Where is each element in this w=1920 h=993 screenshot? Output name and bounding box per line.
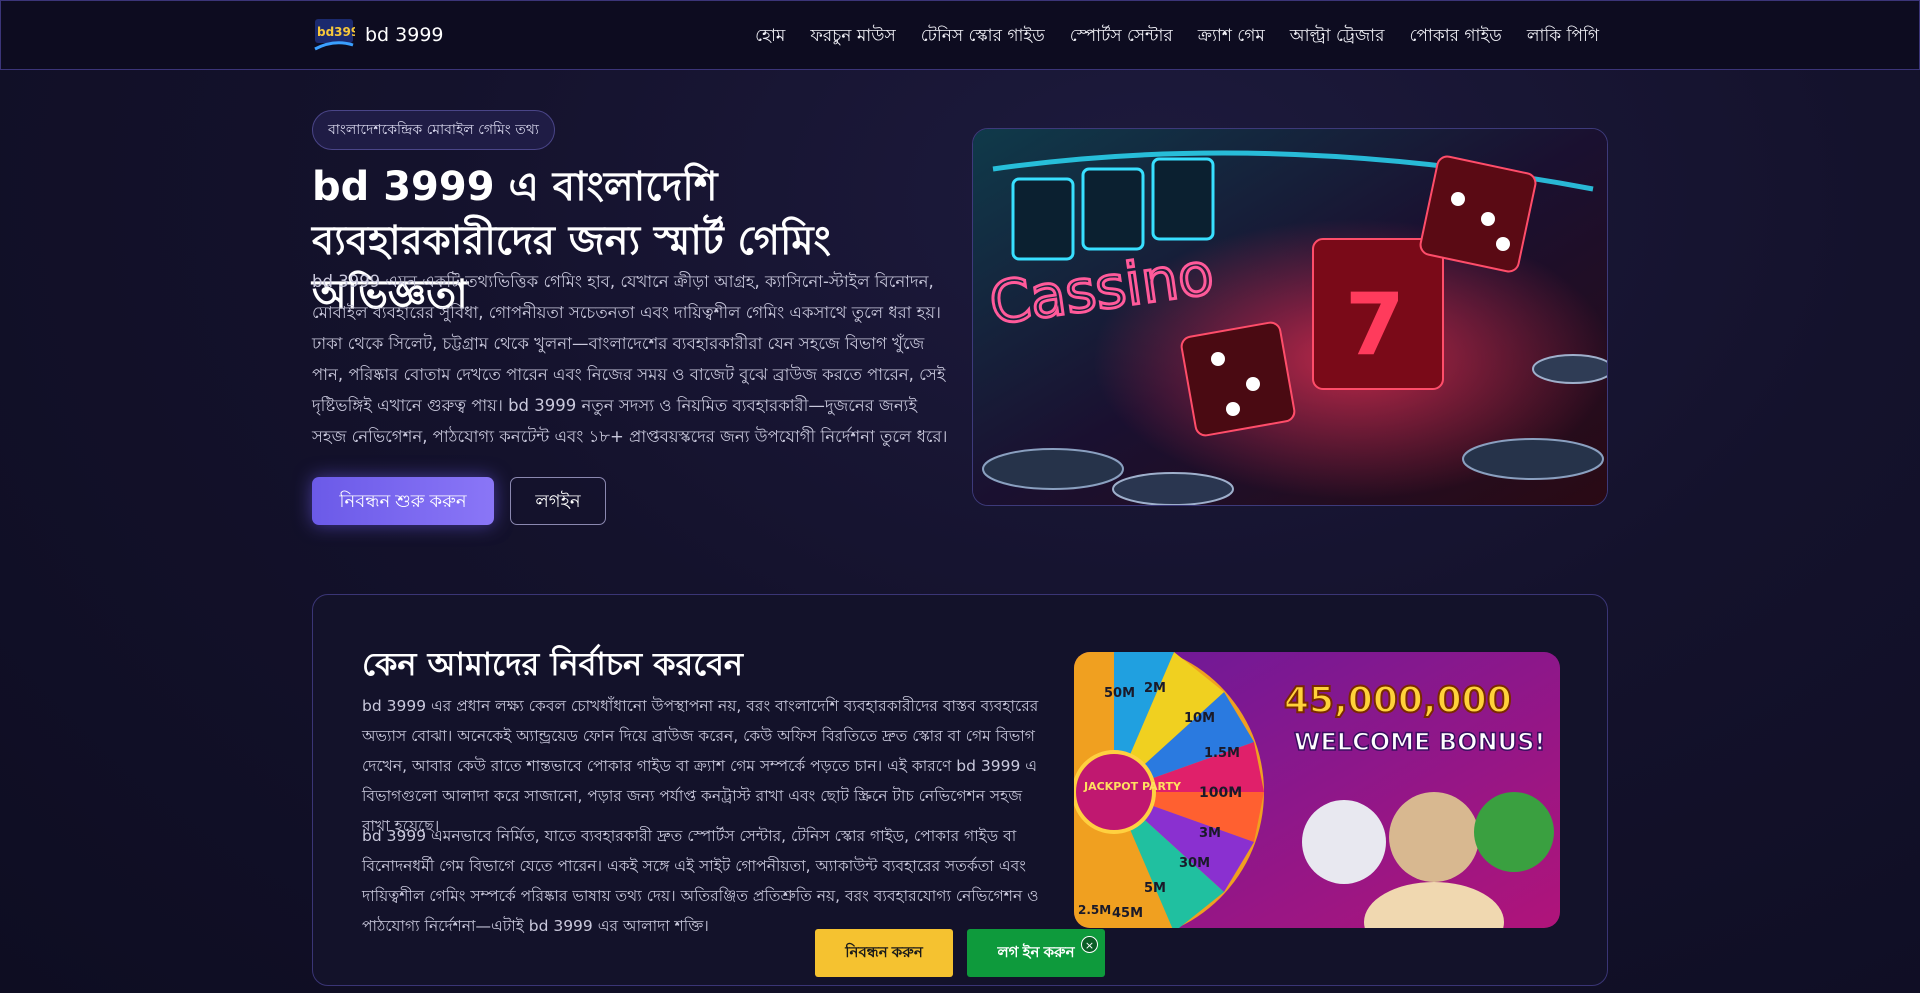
nav-fortune-mouse[interactable]: ফরচুন মাউস xyxy=(810,23,895,51)
svg-text:JACKPOT PARTY: JACKPOT PARTY xyxy=(1083,780,1182,793)
login-button[interactable]: লগইন xyxy=(510,477,606,525)
hero-badge: বাংলাদেশকেন্দ্রিক মোবাইল গেমিং তথ্য xyxy=(312,110,555,150)
brand-logo-icon: bd3999 xyxy=(314,19,355,51)
nav-ultra-treasure[interactable]: আল্ট্রা ট্রেজার xyxy=(1290,23,1385,51)
svg-text:1.5M: 1.5M xyxy=(1204,746,1240,761)
section-paragraph-1: bd 3999 এর প্রধান লক্ষ্য কেবল চোখধাঁধানো… xyxy=(362,697,1039,835)
main-nav: হোম ফরচুন মাউস টেনিস স্কোর গাইড স্পোর্টস… xyxy=(755,23,1599,51)
jackpot-bonus-image: JACKPOT PARTY 50M 2M 10M 1.5M 100M 3M 30… xyxy=(1074,652,1560,928)
nav-crash-game[interactable]: ক্র্যাশ গেম xyxy=(1198,23,1265,51)
top-navbar: bd3999 bd 3999 হোম ফরচুন মাউস টেনিস স্কো… xyxy=(0,0,1920,70)
bonus-wheel-illustration: JACKPOT PARTY 50M 2M 10M 1.5M 100M 3M 30… xyxy=(1074,652,1560,928)
sticky-register-button[interactable]: নিবন্ধন করুন xyxy=(815,929,953,977)
casino-dice-illustration: Cassino 7 xyxy=(973,129,1607,505)
svg-text:3M: 3M xyxy=(1199,826,1221,841)
svg-text:100M: 100M xyxy=(1199,785,1242,801)
brand-name: bd 3999 xyxy=(365,24,444,46)
svg-text:30M: 30M xyxy=(1179,856,1210,871)
section-title: কেন আমাদের নির্বাচন করবেন xyxy=(362,645,744,683)
svg-text:50M: 50M xyxy=(1104,686,1135,701)
brand-logo[interactable]: bd3999 bd 3999 xyxy=(313,15,444,55)
why-choose-us-section: কেন আমাদের নির্বাচন করবেন bd 3999 এর প্র… xyxy=(312,594,1608,986)
nav-sports-center[interactable]: স্পোর্টস সেন্টার xyxy=(1070,23,1173,51)
svg-text:45M: 45M xyxy=(1112,906,1143,921)
start-registration-button[interactable]: নিবন্ধন শুরু করুন xyxy=(312,477,494,525)
svg-text:10M: 10M xyxy=(1184,711,1215,726)
close-icon[interactable]: × xyxy=(1081,936,1098,953)
hero-casino-image: Cassino 7 xyxy=(972,128,1608,506)
svg-text:WELCOME BONUS!: WELCOME BONUS! xyxy=(1294,728,1545,756)
svg-text:5M: 5M xyxy=(1144,881,1166,896)
svg-text:bd3999: bd3999 xyxy=(317,25,355,39)
hero-description: bd 3999 এমন একটি তথ্যভিত্তিক গেমিং হাব, … xyxy=(312,272,948,446)
section-paragraph-2: bd 3999 এমনভাবে নির্মিত, যাতে ব্যবহারকার… xyxy=(362,827,1039,935)
nav-poker-guide[interactable]: পোকার গাইড xyxy=(1409,23,1501,51)
svg-text:2.5M: 2.5M xyxy=(1078,903,1111,917)
nav-home[interactable]: হোম xyxy=(755,23,785,51)
svg-text:45,000,000: 45,000,000 xyxy=(1284,680,1512,721)
nav-tennis-score-guide[interactable]: টেনিস স্কোর গাইড xyxy=(921,23,1045,51)
svg-text:7: 7 xyxy=(1345,275,1405,375)
svg-text:2M: 2M xyxy=(1144,681,1166,696)
nav-lucky-piggy[interactable]: লাকি পিগি xyxy=(1527,23,1599,51)
